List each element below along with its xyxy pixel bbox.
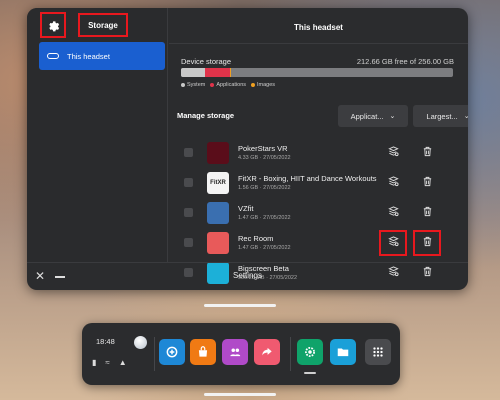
- window-title: Settings: [233, 271, 262, 280]
- header-divider: [169, 43, 468, 44]
- app-library-icon: [373, 347, 383, 357]
- device-storage-label: Device storage: [181, 57, 232, 66]
- offload-button[interactable]: [382, 143, 404, 163]
- app-checkbox[interactable]: [184, 238, 193, 247]
- taskbar-app-library-button[interactable]: [365, 339, 391, 365]
- sort-dropdown-value: Largest...: [426, 111, 458, 121]
- main-content: This headset Device storage 212.66 GB fr…: [169, 8, 468, 284]
- taskbar-files-button[interactable]: [330, 339, 356, 365]
- gear-icon: [49, 21, 60, 32]
- window-drag-handle[interactable]: [204, 304, 276, 307]
- filter-dropdown[interactable]: Applicat... ⌄: [338, 105, 408, 127]
- offload-button[interactable]: [382, 203, 404, 223]
- battery-icon: ▮: [92, 358, 97, 367]
- offload-icon: [387, 234, 399, 252]
- app-row: VZfit 1.47 GB · 27/05/2022: [179, 199, 459, 229]
- app-thumbnail-icon: [207, 202, 229, 224]
- offload-button[interactable]: [379, 230, 407, 256]
- taskbar-people-button[interactable]: [222, 339, 248, 365]
- legend-item: System: [181, 82, 205, 88]
- app-thumbnail-icon: [207, 232, 229, 254]
- app-size-date: 1.47 GB · 27/05/2022: [238, 215, 291, 221]
- storage-segment-images: [229, 68, 231, 77]
- taskbar-explore-button[interactable]: [159, 339, 185, 365]
- storage-segment-system: [181, 68, 206, 77]
- offload-icon: [387, 204, 399, 222]
- store-icon: [198, 346, 208, 357]
- app-size-date: 4.33 GB · 27/05/2022: [238, 155, 291, 161]
- app-checkbox[interactable]: [184, 208, 193, 217]
- app-checkbox[interactable]: [184, 148, 193, 157]
- filter-dropdown-value: Applicat...: [350, 111, 384, 121]
- app-name: FitXR - Boxing, HIIT and Dance Workouts: [238, 174, 377, 183]
- sort-dropdown[interactable]: Largest... ⌄: [413, 105, 468, 127]
- storage-usage-bar: [181, 68, 453, 77]
- avatar[interactable]: [134, 336, 147, 349]
- app-thumbnail-icon: FitXR: [207, 172, 229, 194]
- offload-button[interactable]: [382, 173, 404, 193]
- taskbar-settings-button[interactable]: [297, 339, 323, 365]
- headset-icon: [47, 53, 59, 59]
- settings-window: Storage This headset This headset Device…: [27, 8, 468, 290]
- device-storage-free: 212.66 GB free of 256.00 GB: [356, 57, 454, 66]
- trash-icon: [422, 234, 433, 252]
- share-icon: [262, 347, 272, 356]
- page-title: This headset: [294, 23, 343, 32]
- taskbar-divider: [154, 337, 155, 371]
- storage-tab[interactable]: Storage: [78, 13, 128, 37]
- legend-dot-icon: [181, 82, 185, 87]
- status-indicators[interactable]: ▮ ≈ ▲: [92, 359, 127, 367]
- taskbar-share-button[interactable]: [254, 339, 280, 365]
- files-icon: [337, 348, 349, 357]
- app-row: Rec Room 1.47 GB · 27/05/2022: [179, 229, 459, 259]
- legend-label: System: [187, 82, 206, 88]
- app-name: Rec Room: [238, 234, 274, 243]
- sidebar: Storage This headset: [27, 8, 168, 262]
- legend-item: Images: [251, 82, 275, 88]
- legend-label: Applications: [216, 82, 247, 88]
- uninstall-button[interactable]: [416, 143, 438, 163]
- legend-item: Applications: [210, 82, 246, 88]
- offload-icon: [387, 144, 399, 162]
- settings-button[interactable]: [40, 12, 66, 38]
- uninstall-button[interactable]: [413, 230, 441, 256]
- sidebar-item-label: This headset: [67, 51, 110, 61]
- taskbar-divider: [290, 337, 291, 371]
- taskbar-store-button[interactable]: [190, 339, 216, 365]
- trash-icon: [422, 174, 433, 192]
- manage-storage-label: Manage storage: [177, 111, 235, 120]
- app-row: FitXR FitXR - Boxing, HIIT and Dance Work…: [179, 169, 459, 199]
- taskbar-drag-handle[interactable]: [204, 393, 276, 396]
- trash-icon: [422, 204, 433, 222]
- storage-legend: System Applications Images: [181, 82, 275, 88]
- active-app-indicator: [304, 372, 316, 374]
- app-row: PokerStars VR 4.33 GB · 27/05/2022: [179, 139, 459, 169]
- legend-label: Images: [257, 82, 276, 88]
- wifi-icon: ≈: [105, 358, 110, 367]
- explore-icon: [166, 346, 178, 358]
- app-size-date: 1.56 GB · 27/05/2022: [238, 185, 291, 191]
- notification-bell-icon: ▲: [118, 358, 127, 367]
- app-size-date: 1.47 GB · 27/05/2022: [238, 245, 291, 251]
- offload-icon: [387, 174, 399, 192]
- taskbar: 18:48 ▮ ≈ ▲: [82, 323, 400, 385]
- chevron-down-icon: ⌄: [463, 113, 468, 120]
- app-name: VZfit: [238, 204, 254, 213]
- storage-segment-applications: [205, 68, 230, 77]
- app-name: PokerStars VR: [238, 144, 288, 153]
- window-footer: ✕ Settings: [27, 262, 468, 290]
- legend-dot-icon: [210, 82, 215, 87]
- people-icon: [230, 348, 241, 357]
- chevron-down-icon: ⌄: [389, 113, 396, 120]
- sidebar-item-this-headset[interactable]: This headset: [39, 42, 165, 70]
- uninstall-button[interactable]: [416, 173, 438, 193]
- trash-icon: [422, 144, 433, 162]
- app-thumbnail-icon: [207, 142, 229, 164]
- clock: 18:48: [96, 337, 115, 346]
- legend-dot-icon: [251, 82, 256, 87]
- uninstall-button[interactable]: [416, 203, 438, 223]
- app-checkbox[interactable]: [184, 178, 193, 187]
- settings-icon: [305, 347, 315, 357]
- app-thumbnail-text: FitXR: [210, 180, 226, 186]
